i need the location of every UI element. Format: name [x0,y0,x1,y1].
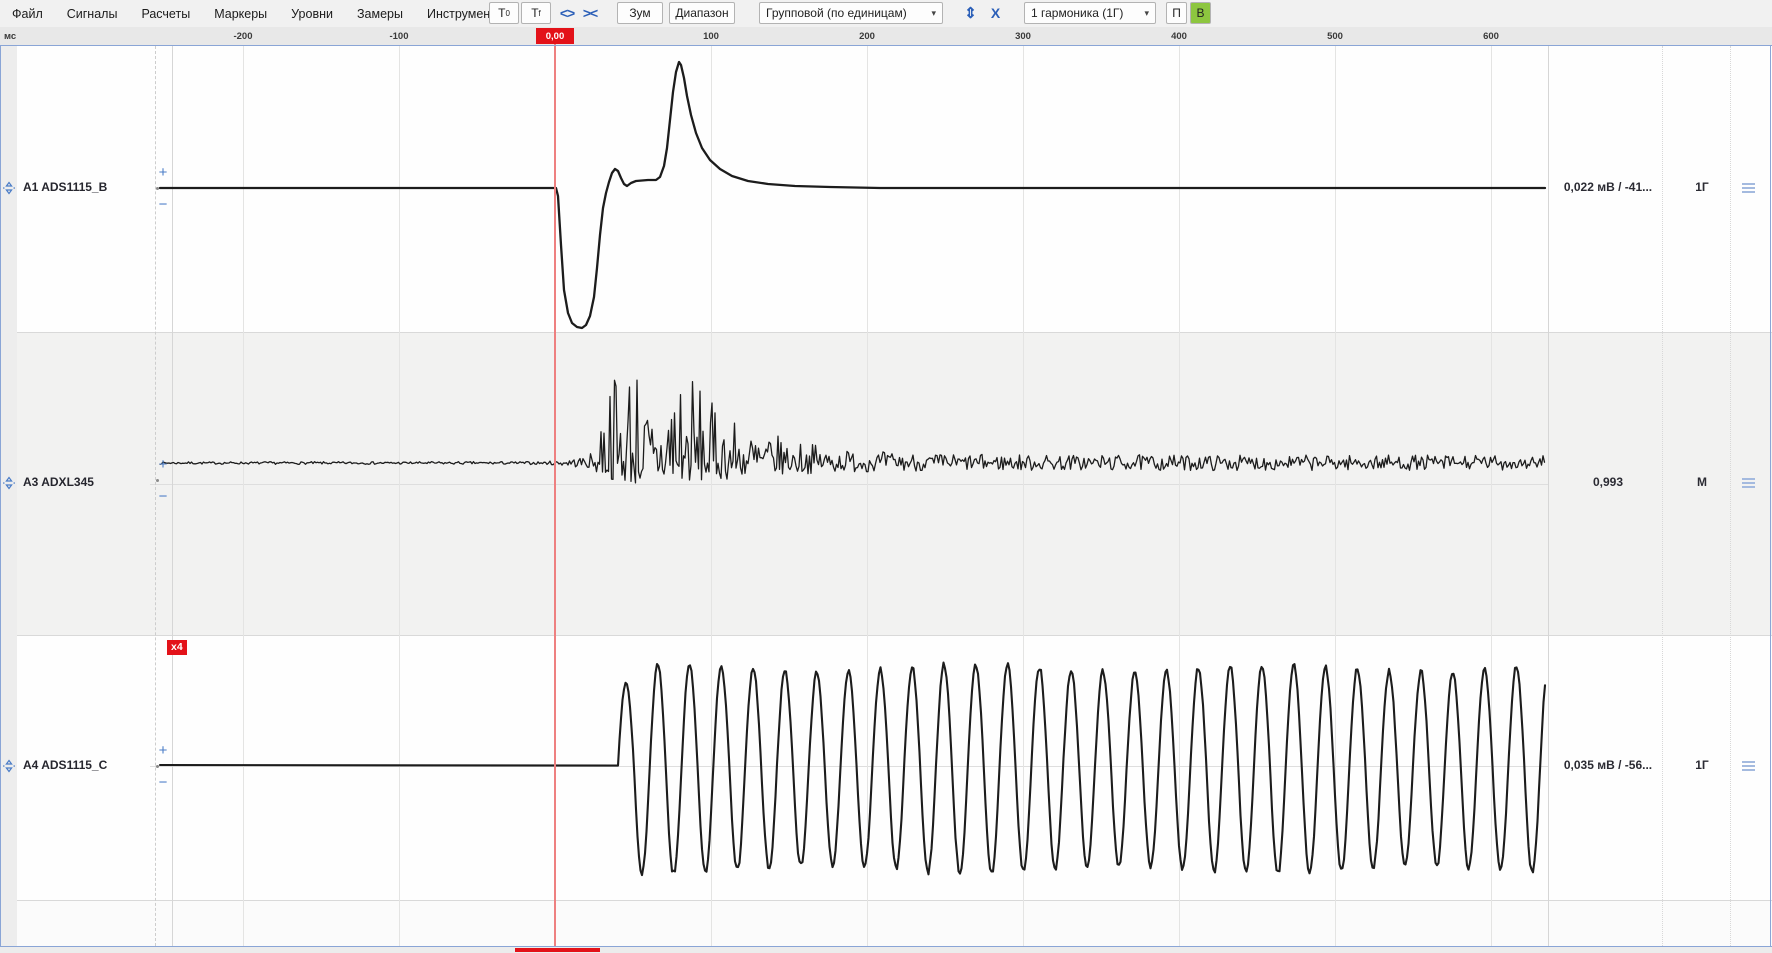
zero-level-dot [156,479,159,482]
menu-item-4[interactable]: Маркеры [214,7,267,21]
harmonic-value: 1 гармоника (1Г) [1031,6,1123,20]
menu-item-6[interactable]: Замеры [357,7,403,21]
t0-button[interactable]: T0 [489,2,519,24]
menu-item-3[interactable]: Расчеты [141,7,190,21]
collapse-range-icon[interactable]: >< [579,2,601,24]
harmonic-select[interactable]: 1 гармоника (1Г) ▾ [1024,2,1156,24]
chevron-down-icon: ▾ [931,8,936,19]
cursor-time-badge[interactable]: 0,00 [536,28,574,44]
chevron-down-icon: ▾ [1144,8,1149,19]
panel-a1 [0,46,1772,332]
swap-vertical-icon[interactable]: ⇕ [959,2,981,24]
menu-item-5[interactable]: Уровни [291,7,333,21]
zero-level-dot [156,765,159,768]
label-gutter-divider [155,46,156,946]
value-column-divider [1730,46,1731,946]
channel-expand-icon[interactable] [2,181,16,195]
v-toggle-button[interactable]: В [1190,2,1211,24]
range-button[interactable]: Диапазон [669,2,735,24]
gain-badge: x4 [167,640,187,655]
group-mode-select[interactable]: Групповой (по единицам) ▾ [759,2,943,24]
zoom-out-button[interactable]: − [157,197,169,212]
channel-unit: M [1682,475,1722,489]
ruler-unit-label: мс [4,31,16,42]
gridline [243,46,244,946]
tf-sub: f [539,9,541,18]
plot-border-top [0,45,1772,46]
menubar: ФайлСигналыРасчетыМаркерыУровниЗамерыИнс… [0,0,1772,28]
channel-label[interactable]: A4 ADS1115_C [23,758,153,772]
ruler-tick-200: 200 [837,31,897,42]
gridline [1179,46,1180,946]
ruler-tick-500: 500 [1305,31,1365,42]
channel-value: 0,035 мВ / -56... [1548,758,1668,772]
zoom-out-button[interactable]: − [157,489,169,504]
zoom-in-button[interactable]: + [157,165,169,180]
zoom-button[interactable]: Зум [617,2,663,24]
gridline [867,46,868,946]
ruler-tick-400: 400 [1149,31,1209,42]
panel-divider[interactable] [0,635,1772,636]
zoom-in-button[interactable]: + [157,743,169,758]
tf-button[interactable]: Tf [521,2,551,24]
channel-menu-icon[interactable] [1742,761,1755,773]
ruler-tick-100: 100 [681,31,741,42]
gridline [711,46,712,946]
ruler-tick-300: 300 [993,31,1053,42]
expand-range-icon[interactable]: <> [556,2,578,24]
clear-x-icon[interactable]: Х [984,2,1006,24]
gridline [1335,46,1336,946]
panel-a4 [0,635,1772,900]
ruler-tick--200: -200 [213,31,273,42]
ruler-tick--100: -100 [369,31,429,42]
plot-left-edge [172,46,173,946]
menu-item-1[interactable]: Файл [12,7,43,21]
ruler-tick-600: 600 [1461,31,1521,42]
gridline [1023,46,1024,946]
panel-bottom-spacer [0,900,1772,946]
oscilloscope-app: ФайлСигналыРасчетыМаркерыУровниЗамерыИнс… [0,0,1772,953]
time-ruler[interactable]: мс -200 -100 100 200 300 400 500 600 [0,27,1772,45]
plot-border-right [1770,46,1771,946]
channel-expand-icon[interactable] [2,476,16,490]
channel-label[interactable]: A3 ADXL345 [23,475,153,489]
t0-label: T [498,6,505,20]
panel-divider[interactable] [0,900,1772,901]
time-cursor-line[interactable] [554,28,556,946]
scrollbar-track[interactable] [0,947,1772,953]
scrollbar-thumb[interactable] [515,948,600,952]
gridline [399,46,400,946]
zero-level-line [150,484,1548,485]
p-toggle-button[interactable]: П [1166,2,1187,24]
plot-border-left [0,46,1,946]
channel-expand-icon[interactable] [2,759,16,773]
zoom-in-button[interactable]: + [157,457,169,472]
channel-label[interactable]: A1 ADS1115_B [23,180,153,194]
tf-label: T [531,6,538,20]
group-mode-value: Групповой (по единицам) [766,6,907,20]
menu-items: ФайлСигналыРасчетыМаркерыУровниЗамерыИнс… [12,0,505,27]
panel-divider[interactable] [0,332,1772,333]
channel-unit: 1Г [1682,180,1722,194]
menu-item-2[interactable]: Сигналы [67,7,118,21]
zoom-out-button[interactable]: − [157,775,169,790]
channel-menu-icon[interactable] [1742,478,1755,490]
zero-level-line [150,766,1548,767]
channel-value: 0,993 [1548,475,1668,489]
channel-value: 0,022 мВ / -41... [1548,180,1668,194]
zero-level-dot [156,187,159,190]
gridline [1491,46,1492,946]
channel-menu-icon[interactable] [1742,183,1755,195]
plot-border-bottom [0,946,1772,947]
channel-unit: 1Г [1682,758,1722,772]
t0-sub: 0 [505,9,509,18]
